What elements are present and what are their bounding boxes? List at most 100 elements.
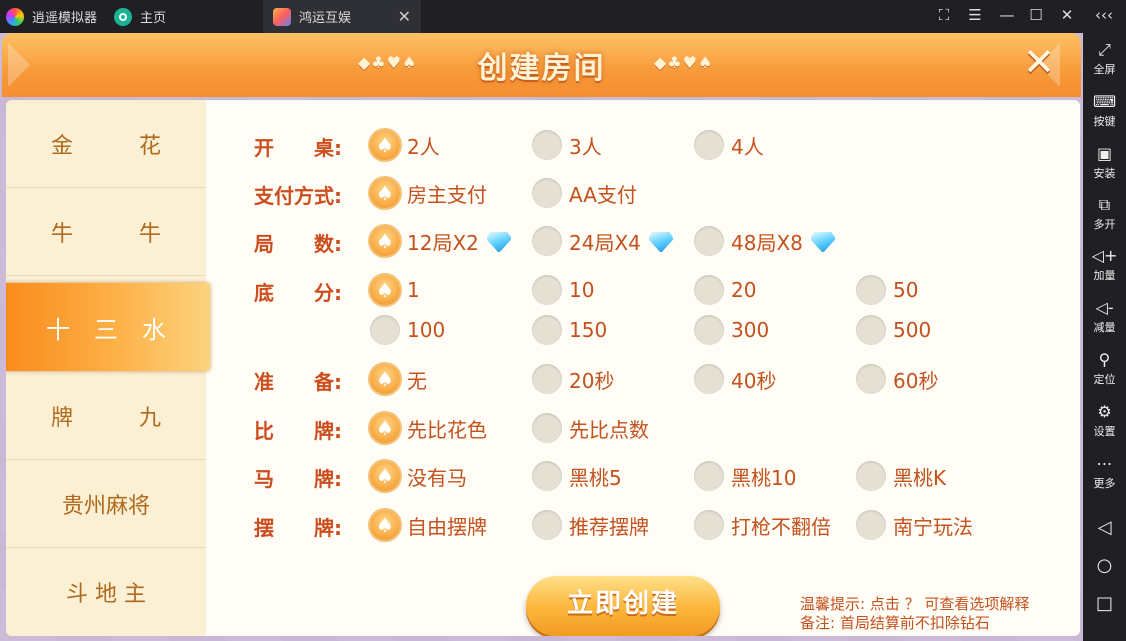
sidebar-item-more[interactable]: ⋯ 更多 bbox=[1083, 455, 1126, 491]
option-radio[interactable]: 48局X8 bbox=[694, 226, 837, 256]
option-radio[interactable]: 先比花色 bbox=[370, 413, 487, 443]
create-room-panel: 金 花 牛 牛 十 三 水 牌 九 贵州麻将 斗 地 主 开 桌: 2人 3人 4人支… bbox=[6, 100, 1080, 636]
more-icon: ⋯ bbox=[1096, 454, 1113, 473]
radio-selected-icon bbox=[370, 413, 400, 443]
option-radio[interactable]: 自由摆牌 bbox=[370, 510, 487, 540]
menu-icon[interactable]: ☰ bbox=[965, 6, 985, 24]
radio-unselected-icon bbox=[694, 510, 724, 540]
radio-unselected-icon bbox=[694, 226, 724, 256]
option-radio[interactable]: 150 bbox=[532, 315, 607, 345]
minimize-icon[interactable]: — bbox=[997, 6, 1017, 24]
sidebar-label: 减量 bbox=[1093, 321, 1116, 334]
sidebar-item-fullscreen[interactable]: ⤢ 全屏 bbox=[1083, 41, 1126, 77]
option-radio[interactable]: 先比点数 bbox=[532, 413, 649, 443]
home-nav-icon[interactable]: ○ bbox=[1083, 555, 1126, 576]
sidebar-item-settings[interactable]: ⚙ 设置 bbox=[1083, 403, 1126, 439]
option-label: 先比花色 bbox=[407, 417, 487, 442]
maximize-icon[interactable]: ☐ bbox=[1026, 6, 1046, 24]
option-radio[interactable]: 1 bbox=[370, 275, 420, 305]
sidebar-item-install[interactable]: ▣ 安装 bbox=[1083, 145, 1126, 181]
menu-item-doudizhu[interactable]: 斗 地 主 bbox=[6, 548, 206, 636]
game-app-icon bbox=[273, 7, 291, 26]
option-label: 黑桃5 bbox=[569, 465, 622, 490]
dialog-header: ◆♣♥♠ 创建房间 ◆♣♥♠ ✕ bbox=[2, 33, 1081, 97]
option-radio[interactable]: 无 bbox=[370, 364, 427, 394]
option-radio[interactable]: 推荐摆牌 bbox=[532, 510, 649, 540]
diamond-icon bbox=[645, 229, 675, 253]
option-radio[interactable]: 没有马 bbox=[370, 461, 467, 491]
menu-item-paijiu[interactable]: 牌 九 bbox=[6, 372, 206, 460]
option-radio[interactable]: 南宁玩法 bbox=[856, 510, 973, 540]
option-radio[interactable]: 20 bbox=[694, 275, 756, 305]
close-window-icon[interactable]: ✕ bbox=[1057, 6, 1077, 24]
tab-emulator[interactable]: 逍遥模拟器 bbox=[6, 0, 97, 33]
close-dialog-button[interactable]: ✕ bbox=[1019, 43, 1059, 83]
option-label: 南宁玩法 bbox=[893, 514, 973, 539]
close-icon: ✕ bbox=[1023, 40, 1055, 84]
apk-icon: ▣ bbox=[1096, 144, 1113, 163]
multi-instance-icon: ⧉ bbox=[1098, 195, 1111, 214]
option-radio[interactable]: 黑桃K bbox=[856, 461, 946, 491]
option-row-label: 开 桌: bbox=[254, 136, 342, 160]
option-radio[interactable]: AA支付 bbox=[532, 178, 637, 208]
sidebar-label: 多开 bbox=[1093, 218, 1116, 231]
sidebar-item-keys[interactable]: ⌨ 按键 bbox=[1083, 93, 1126, 129]
option-radio[interactable]: 60秒 bbox=[856, 364, 938, 394]
option-label: 房主支付 bbox=[407, 182, 487, 207]
menu-item-shisanshui[interactable]: 十 三 水 bbox=[6, 283, 210, 371]
option-radio[interactable]: 10 bbox=[532, 275, 594, 305]
radio-unselected-icon bbox=[532, 461, 562, 491]
sidebar-item-volume-up[interactable]: ◁+ 加量 bbox=[1083, 247, 1126, 283]
radio-selected-icon bbox=[370, 510, 400, 540]
option-label: 黑桃10 bbox=[731, 465, 797, 490]
sidebar-item-location[interactable]: ⚲ 定位 bbox=[1083, 351, 1126, 387]
option-radio[interactable]: 黑桃5 bbox=[532, 461, 622, 491]
option-radio[interactable]: 12局X2 bbox=[370, 226, 513, 256]
option-radio[interactable]: 打枪不翻倍 bbox=[694, 510, 831, 540]
option-radio[interactable]: 50 bbox=[856, 275, 918, 305]
close-tab-icon[interactable]: ✕ bbox=[398, 7, 411, 26]
radio-selected-icon bbox=[370, 364, 400, 394]
menu-item-niuniu[interactable]: 牛 牛 bbox=[6, 188, 206, 276]
option-radio[interactable]: 24局X4 bbox=[532, 226, 675, 256]
sidebar-item-multi[interactable]: ⧉ 多开 bbox=[1083, 196, 1126, 232]
radio-unselected-icon bbox=[856, 315, 886, 345]
recents-nav-icon[interactable]: □ bbox=[1083, 593, 1126, 614]
radio-unselected-icon bbox=[694, 461, 724, 491]
option-radio[interactable]: 300 bbox=[694, 315, 769, 345]
screenshot-icon[interactable]: ⛶ bbox=[934, 6, 954, 24]
emulator-logo-icon bbox=[6, 7, 24, 26]
collapse-sidebar-icon[interactable]: ‹‹‹ bbox=[1094, 6, 1114, 24]
option-radio[interactable]: 房主支付 bbox=[370, 178, 487, 208]
menu-item-label: 牌 九 bbox=[50, 405, 161, 431]
tab-home[interactable]: 主页 bbox=[114, 0, 166, 33]
menu-item-jinhua[interactable]: 金 花 bbox=[6, 100, 206, 188]
option-label: 10 bbox=[569, 278, 595, 302]
option-label: 300 bbox=[731, 318, 770, 342]
menu-item-label: 十 三 水 bbox=[46, 315, 166, 344]
radio-selected-icon bbox=[370, 226, 400, 256]
option-radio[interactable]: 40秒 bbox=[694, 364, 776, 394]
option-radio[interactable]: 2人 bbox=[370, 130, 440, 160]
option-radio[interactable]: 4人 bbox=[694, 130, 764, 160]
option-radio[interactable]: 100 bbox=[370, 315, 445, 345]
option-radio[interactable]: 500 bbox=[856, 315, 931, 345]
tab-game[interactable]: 鸿运互娱 ✕ bbox=[263, 0, 421, 33]
option-radio[interactable]: 黑桃10 bbox=[694, 461, 796, 491]
emulator-titlebar: 逍遥模拟器 主页 鸿运互娱 ✕ ⛶ ☰ — ☐ ✕ ‹‹‹ bbox=[0, 0, 1126, 33]
create-room-button[interactable]: 立即创建 bbox=[526, 576, 720, 636]
tab-label: 鸿运互娱 bbox=[299, 11, 352, 26]
option-label: 100 bbox=[407, 318, 446, 342]
sidebar-label: 定位 bbox=[1093, 373, 1116, 386]
option-row-label: 局 数: bbox=[254, 232, 342, 256]
option-label: AA支付 bbox=[569, 182, 637, 207]
sidebar-item-volume-down[interactable]: ◁- 减量 bbox=[1083, 299, 1126, 335]
option-label: 推荐摆牌 bbox=[569, 514, 649, 539]
option-row-label: 准 备: bbox=[254, 370, 342, 394]
diamond-icon bbox=[807, 229, 837, 253]
option-radio[interactable]: 20秒 bbox=[532, 364, 614, 394]
back-nav-icon[interactable]: ◁ bbox=[1083, 517, 1126, 538]
option-radio[interactable]: 3人 bbox=[532, 130, 602, 160]
menu-item-guizhou-mahjong[interactable]: 贵州麻将 bbox=[6, 460, 206, 548]
radio-unselected-icon bbox=[370, 315, 400, 345]
